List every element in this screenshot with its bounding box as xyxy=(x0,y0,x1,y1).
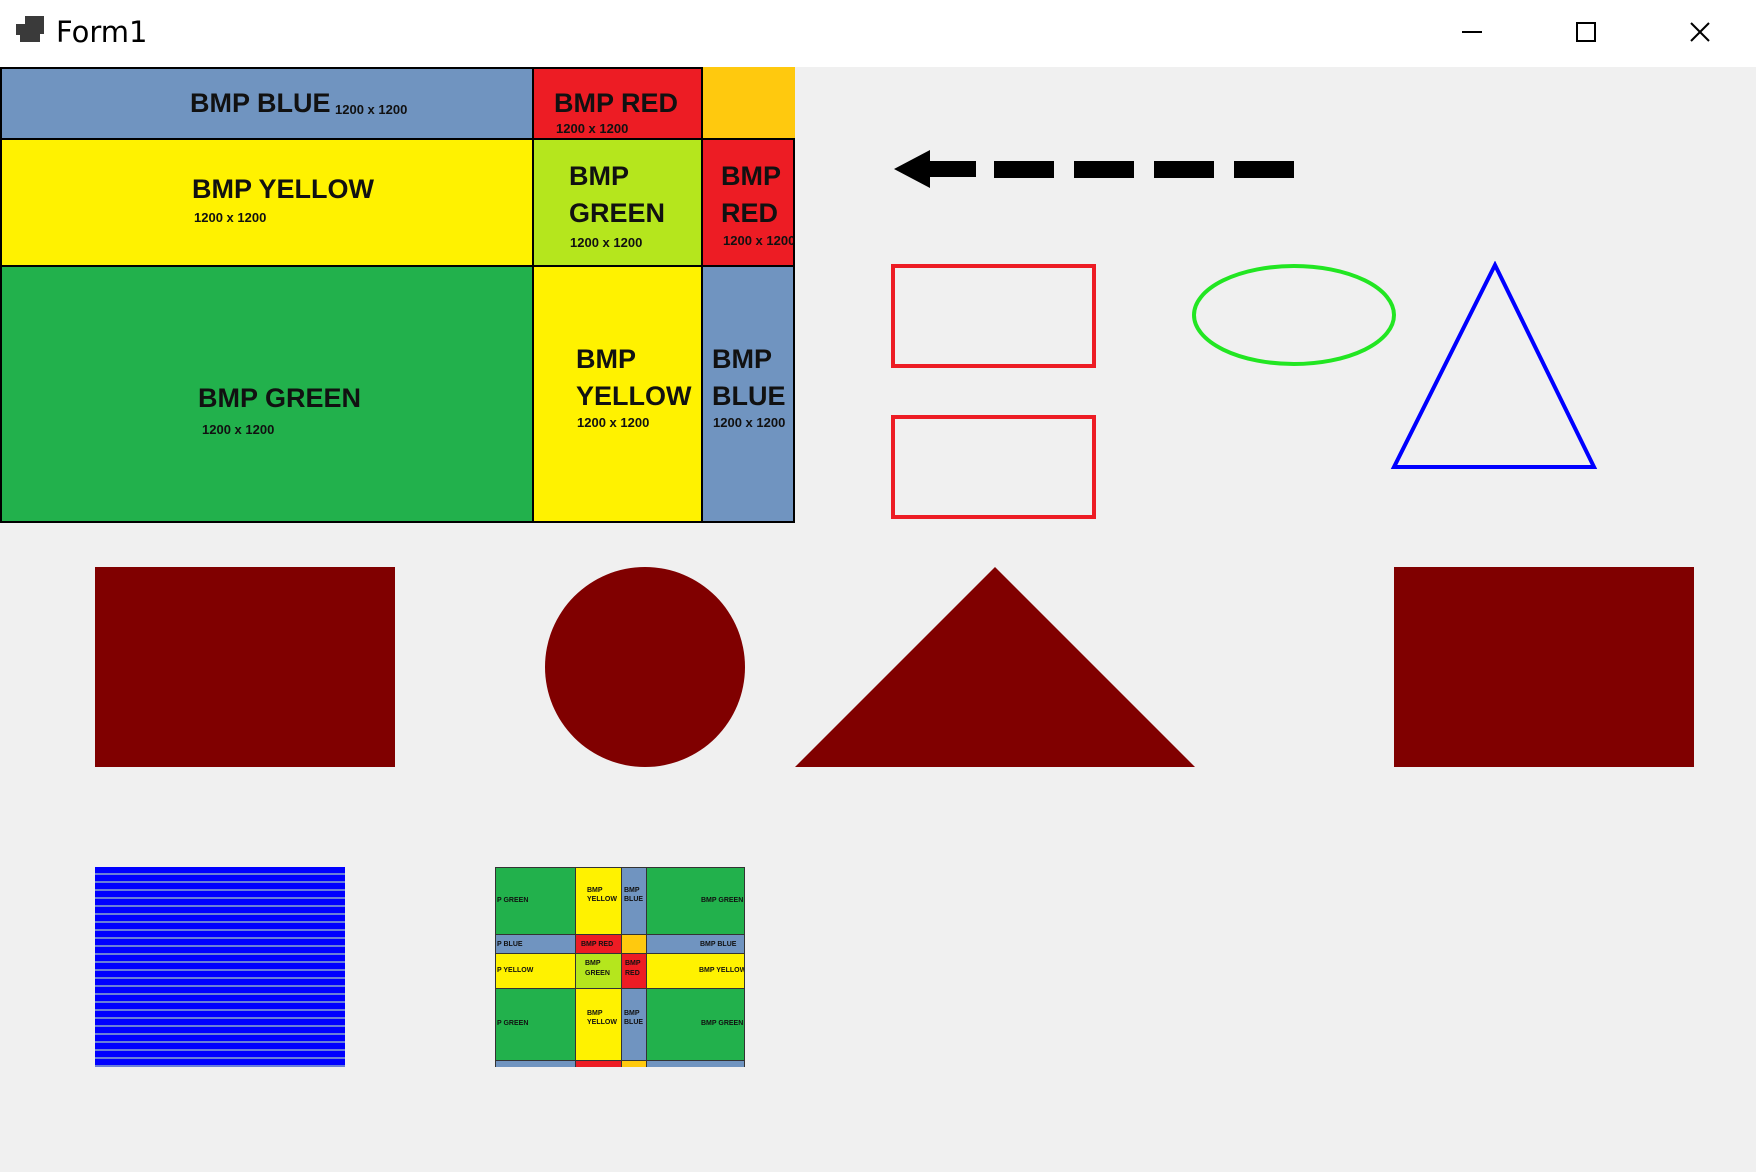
green-outline-ellipse xyxy=(1192,264,1396,366)
thumb-tile: BMP BLUE xyxy=(621,988,647,1061)
thumb-label: BLUE xyxy=(624,896,644,903)
thumb-label: BLUE xyxy=(624,1019,644,1026)
tile-label-line2: GREEN xyxy=(569,198,666,228)
dark-red-filled-rectangle-left xyxy=(95,567,395,767)
thumb-label: BMP xyxy=(624,1010,640,1017)
tile-label: BMP YELLOW xyxy=(192,174,375,204)
window-title: Form1 xyxy=(56,15,148,49)
tile-size: 1200 x 1200 xyxy=(570,235,643,250)
tiled-bitmap-thumbnail: P GREEN BMP YELLOW BMP BLUE BMP GREEN P … xyxy=(495,867,745,1067)
app-icon xyxy=(16,16,44,42)
thumb-label: YELLOW xyxy=(587,1019,617,1026)
tile-bmp-blue: BMP BLUE 1200 x 1200 xyxy=(0,67,534,140)
thumb-tile: BMP BLUE xyxy=(621,867,647,935)
tile-label: BMP BLUE xyxy=(190,88,331,118)
tile-label-line2: YELLOW xyxy=(576,381,692,411)
thumb-label: RED xyxy=(625,970,640,977)
thumb-label: BMP GREEN xyxy=(701,1020,744,1027)
tile-bmp-blue-tall: BMP BLUE 1200 x 1200 xyxy=(701,265,795,523)
tile-bmp-green-big: BMP GREEN 1200 x 1200 xyxy=(0,265,534,523)
tile-size: 1200 x 1200 xyxy=(194,210,267,225)
thumb-label: BMP RED xyxy=(581,941,614,948)
thumb-tile xyxy=(621,1060,647,1067)
dark-red-filled-circle xyxy=(545,567,745,767)
dark-red-filled-rectangle-right xyxy=(1394,567,1694,767)
thumb-label: BMP GREEN xyxy=(701,897,744,904)
tile-size: 1200 x 1200 xyxy=(556,121,629,136)
thumb-tile: BMP GREEN xyxy=(646,867,745,935)
blue-striped-rectangle xyxy=(95,867,345,1067)
tile-bmp-green-small: BMP GREEN 1200 x 1200 xyxy=(532,138,703,267)
red-outline-rectangle-bottom xyxy=(891,415,1096,519)
thumb-label: BMP xyxy=(624,887,640,894)
tile-size: 1200 x 1200 xyxy=(577,415,650,430)
form-window: Form1 BMP BLUE 1200 x 1200 BMP RED 1200 … xyxy=(0,0,1756,1172)
red-outline-rectangle-top xyxy=(891,264,1096,368)
thumb-label: BMP xyxy=(625,960,641,967)
thumb-label: BMP xyxy=(585,960,601,967)
blue-outline-triangle xyxy=(1390,261,1598,469)
tile-bmp-red-small: BMP RED 1200 x 1200 xyxy=(701,138,795,267)
thumb-label: P GREEN xyxy=(497,897,529,904)
thumb-tile: BMP RED xyxy=(575,934,622,954)
thumb-tile xyxy=(575,1060,622,1067)
minimize-icon xyxy=(1462,31,1482,33)
dashed-arrow-left xyxy=(894,150,1294,188)
client-area: BMP BLUE 1200 x 1200 BMP RED 1200 x 1200… xyxy=(0,67,1756,1172)
thumb-tile: P YELLOW xyxy=(495,953,576,989)
thumb-label: BMP BLUE xyxy=(700,941,737,948)
thumb-tile: BMP BLUE xyxy=(646,934,745,954)
close-button[interactable] xyxy=(1644,0,1756,64)
thumb-label: P GREEN xyxy=(497,1020,529,1027)
dark-red-filled-triangle xyxy=(795,567,1195,767)
maximize-button[interactable] xyxy=(1530,0,1642,64)
tile-label-line2: RED xyxy=(721,198,779,228)
title-bar[interactable]: Form1 xyxy=(0,0,1756,67)
tile-size: 1200 x 1200 xyxy=(723,233,795,248)
tile-label: BMP GREEN xyxy=(198,383,362,413)
minimize-button[interactable] xyxy=(1416,0,1528,64)
tiled-bitmap-picture: BMP BLUE 1200 x 1200 BMP RED 1200 x 1200… xyxy=(0,67,795,523)
tile-bmp-red: BMP RED 1200 x 1200 xyxy=(532,67,703,140)
thumb-tile xyxy=(495,1060,576,1067)
thumb-tile: P BLUE xyxy=(495,934,576,954)
maximize-icon xyxy=(1576,22,1596,42)
close-icon xyxy=(1690,22,1710,42)
thumb-tile: BMP RED xyxy=(621,953,647,989)
tile-bmp-yellow-tall: BMP YELLOW 1200 x 1200 xyxy=(532,265,703,523)
thumb-tile: BMP YELLOW xyxy=(646,953,745,989)
tile-label-line1: BMP xyxy=(569,161,629,191)
tile-label-line2: BLUE xyxy=(712,381,786,411)
thumb-tile xyxy=(646,1060,745,1067)
thumb-label: P YELLOW xyxy=(497,967,534,974)
tile-label-line1: BMP xyxy=(721,161,781,191)
thumb-label: BMP YELLOW xyxy=(699,967,745,974)
thumb-tile: BMP YELLOW xyxy=(575,867,622,935)
thumb-tile: P GREEN xyxy=(495,867,576,935)
tile-size: 1200 x 1200 xyxy=(202,422,275,437)
thumb-label: P BLUE xyxy=(497,941,523,948)
thumb-label: YELLOW xyxy=(587,896,617,903)
thumb-tile: BMP GREEN xyxy=(646,988,745,1061)
tile-bmp-yellow: BMP YELLOW 1200 x 1200 xyxy=(0,138,534,267)
thumb-tile: P GREEN xyxy=(495,988,576,1061)
thumb-label: GREEN xyxy=(585,970,610,977)
thumb-tile: BMP YELLOW xyxy=(575,988,622,1061)
tile-size: 1200 x 1200 xyxy=(335,102,408,117)
thumb-tile: BMP GREEN xyxy=(575,953,622,989)
thumb-label: BMP xyxy=(587,887,603,894)
tile-size: 1200 x 1200 xyxy=(713,415,786,430)
tile-label-line1: BMP xyxy=(712,344,772,374)
tile-orange xyxy=(701,67,795,140)
thumb-label: BMP xyxy=(587,1010,603,1017)
tile-label-line1: BMP xyxy=(576,344,636,374)
tile-label: BMP RED xyxy=(554,88,679,118)
thumb-tile xyxy=(621,934,647,954)
